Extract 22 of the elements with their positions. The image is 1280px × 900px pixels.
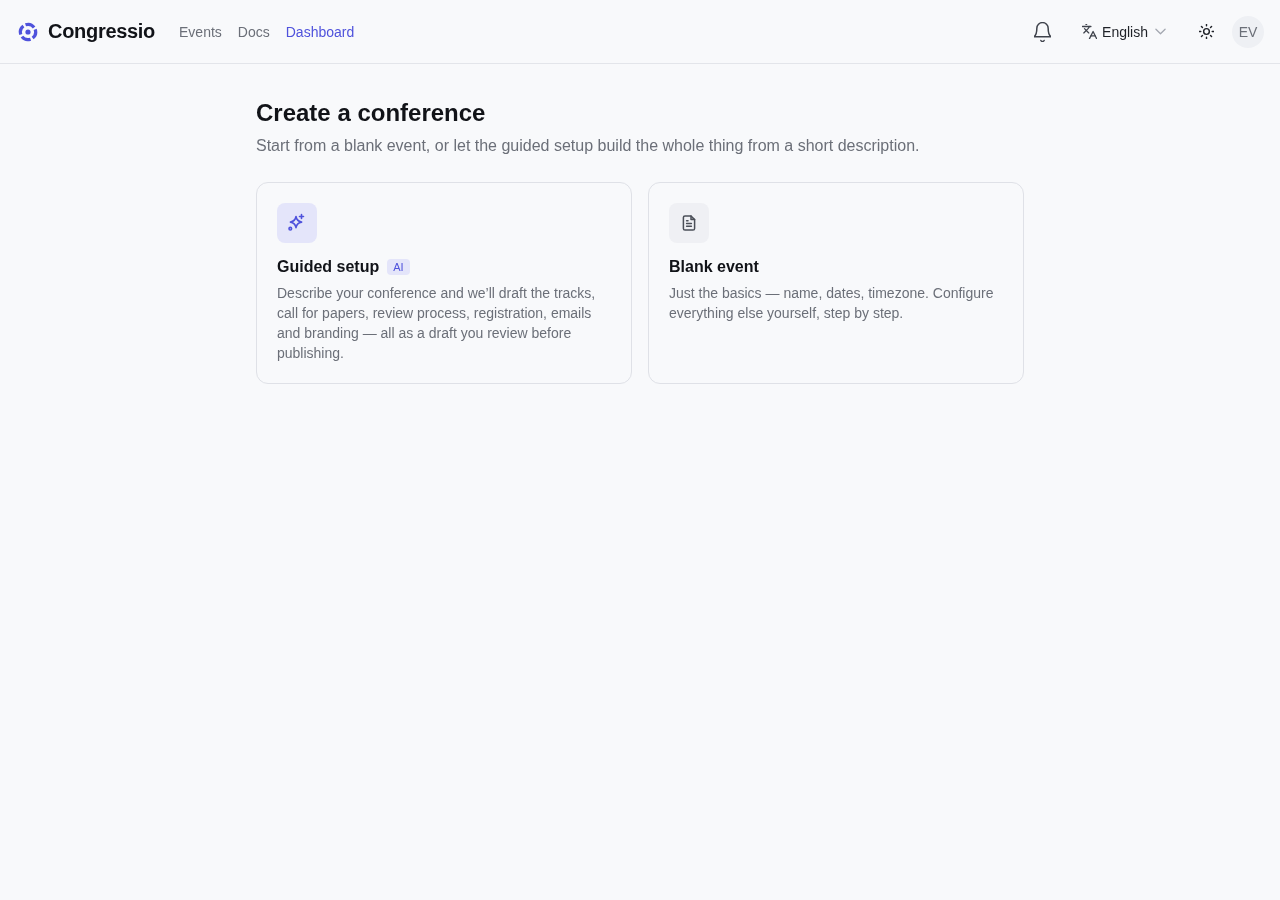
- option-card[interactable]: Guided setup AI Describe your conference and we’ll draft the tracks, call for papers, review process, registration, emails and branding — all as a draft you review before publishing.: [256, 182, 632, 384]
- language-selector[interactable]: English: [1076, 15, 1172, 48]
- card-description: Describe your conference and we’ll draft the tracks, call for papers, review process, registration, emails and branding — all as a draft you review before publishing.: [277, 284, 597, 363]
- user-avatar[interactable]: EV: [1232, 15, 1264, 48]
- chevron-down-icon: [1155, 28, 1166, 35]
- ring-logo-icon: [18, 21, 38, 42]
- nav-link[interactable]: Docs: [237, 23, 270, 40]
- sun-icon: [1198, 24, 1214, 39]
- option-card[interactable]: Blank event Just the basics — name, dates, timezone. Configure everything else yourself, step by step.: [648, 182, 1024, 384]
- card-description: Just the basics — name, dates, timezone. Configure everything else yourself, step by step.: [669, 284, 995, 323]
- card-title: Guided setup: [277, 257, 380, 277]
- translate-icon: [1082, 24, 1098, 39]
- page-title: Create a conference: [256, 98, 487, 128]
- document-icon: [669, 203, 709, 243]
- ai-badge: AI: [387, 259, 410, 275]
- page-subtitle: Start from a blank event, or let the guided setup build the whole thing from a short description.: [256, 136, 921, 156]
- nav-link[interactable]: Dashboard: [285, 23, 355, 40]
- bell-icon: [1033, 21, 1051, 42]
- card-title: Blank event: [669, 257, 759, 277]
- nav-link[interactable]: Events: [179, 23, 222, 40]
- brand-logo-link[interactable]: Congressio: [18, 20, 156, 43]
- sparkles-icon: [277, 203, 317, 243]
